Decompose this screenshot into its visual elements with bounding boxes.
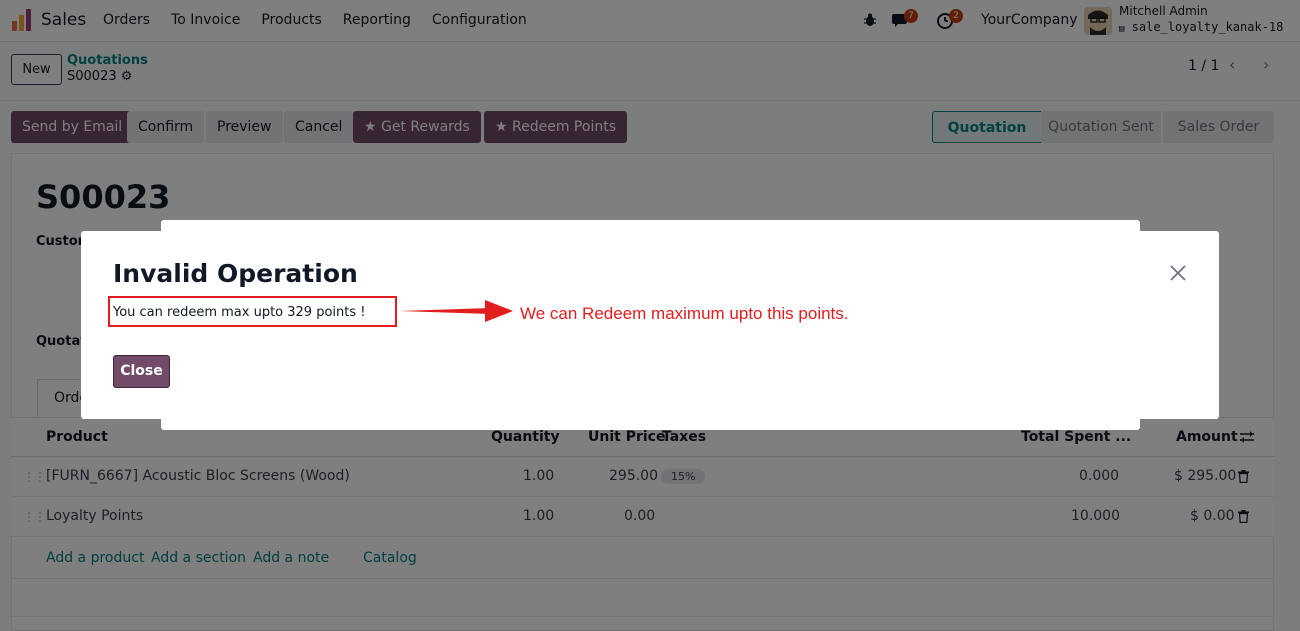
close-button[interactable]: Close: [113, 355, 170, 388]
annotation-text: We can Redeem maximum upto this points.: [520, 304, 849, 323]
close-icon[interactable]: [1169, 264, 1187, 282]
invalid-operation-dialog: Invalid Operation You can redeem max upt…: [81, 231, 1219, 419]
annotation-arrow-icon: [399, 300, 513, 322]
dialog-message: You can redeem max upto 329 points !: [113, 305, 366, 320]
dialog-title: Invalid Operation: [113, 259, 358, 288]
